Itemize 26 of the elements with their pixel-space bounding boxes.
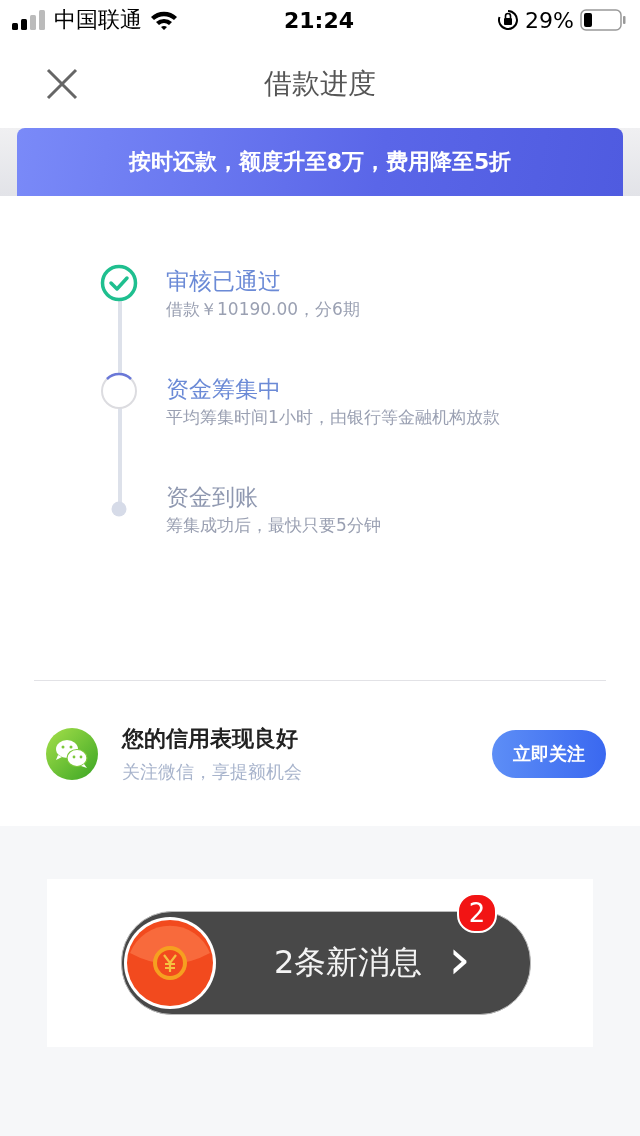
chevron-right: › [448, 931, 471, 987]
rotation-lock-icon [497, 9, 520, 31]
message-text: 2条新消息 [274, 942, 423, 983]
credit-title: 您的信用表现良好 [122, 725, 299, 753]
wifi-icon [150, 9, 178, 31]
step-detail: 借款￥10190.00，分6期 [166, 298, 360, 321]
follow-button[interactable]: 立即关注 [492, 730, 606, 778]
signal-icon [12, 10, 46, 30]
carrier-name: 中国联通 [54, 6, 142, 34]
step-detail: 筹集成功后，最快只要5分钟 [166, 514, 381, 537]
close-icon[interactable] [46, 68, 78, 100]
step-title: 审核已通过 [166, 267, 282, 296]
credit-subtitle: 关注微信，享提额机会 [122, 760, 303, 784]
step-detail: 平均筹集时间1小时，由银行等金融机构放款 [166, 406, 500, 429]
loading-circle-icon [100, 372, 138, 410]
chat-bubbles-icon [46, 728, 98, 780]
step-title: 资金筹集中 [166, 375, 282, 404]
page-title: 借款进度 [264, 66, 376, 102]
battery-percentage: 29% [525, 7, 574, 33]
promo-banner[interactable]: 按时还款，额度升至8万，费用降至5折 [17, 128, 623, 196]
count-badge: 2 [457, 893, 497, 933]
envelope-coin-icon [122, 915, 218, 1011]
check-circle-icon [100, 264, 138, 302]
step-title: 资金到账 [166, 483, 259, 512]
clock-time: 21:24 [284, 7, 354, 33]
battery-icon [580, 9, 626, 31]
